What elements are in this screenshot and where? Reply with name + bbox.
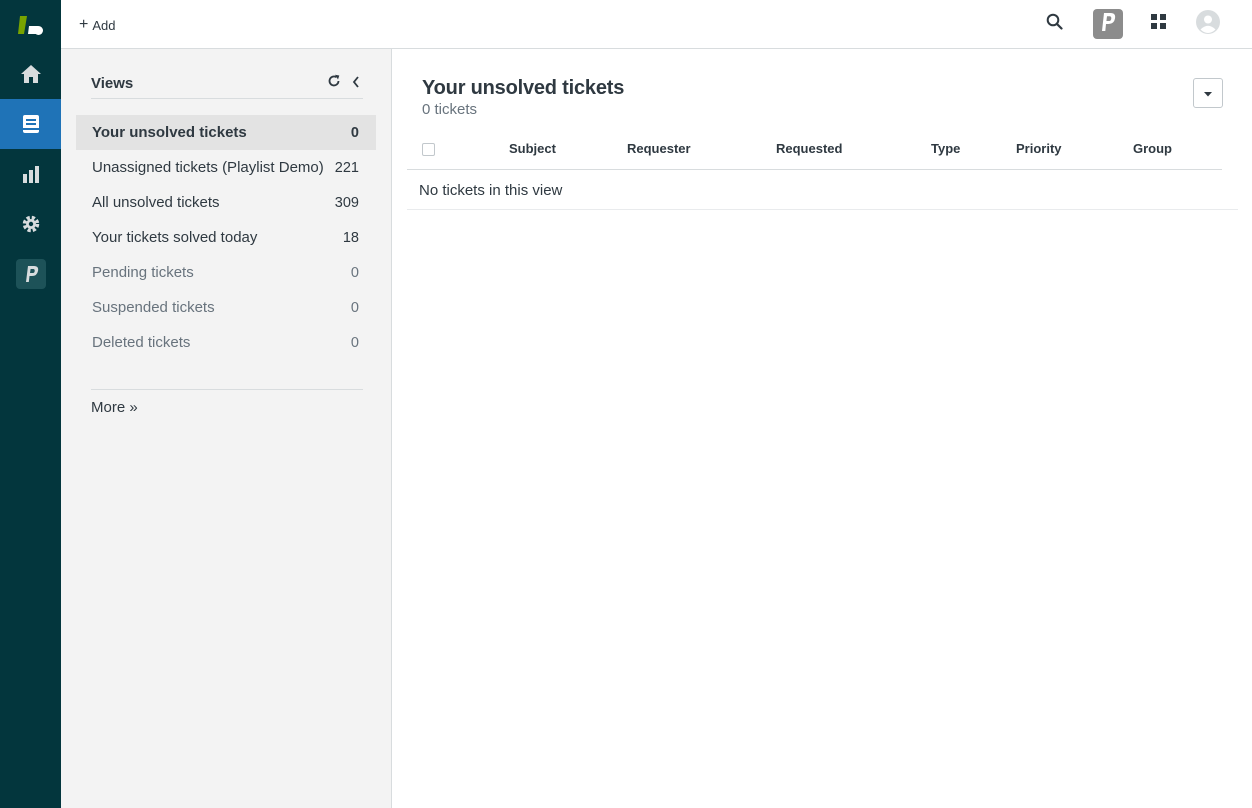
zendesk-logo[interactable] <box>0 0 61 49</box>
views-title: Views <box>91 75 134 92</box>
view-item-count: 0 <box>350 299 359 316</box>
view-item-label: All unsolved tickets <box>92 194 220 211</box>
caret-down-icon <box>1203 84 1213 102</box>
view-item-label: Your unsolved tickets <box>92 124 247 141</box>
playlist-p-icon <box>15 259 46 289</box>
view-item-solved-today[interactable]: Your tickets solved today 18 <box>76 220 376 255</box>
refresh-icon[interactable] <box>327 74 341 93</box>
view-item-label: Unassigned tickets (Playlist Demo) <box>92 159 324 176</box>
view-item-pending[interactable]: Pending tickets 0 <box>76 255 376 290</box>
nav-admin[interactable] <box>0 199 61 249</box>
playlist-p-icon <box>1098 11 1118 38</box>
views-header: Views <box>91 74 363 99</box>
view-item-label: Pending tickets <box>92 264 194 281</box>
table-header: Subject Requester Requested Type Priorit… <box>407 129 1222 170</box>
user-menu-button[interactable] <box>1193 9 1223 39</box>
view-item-count: 18 <box>342 229 359 246</box>
more-views-link[interactable]: More » <box>91 399 138 416</box>
home-icon <box>20 64 42 84</box>
empty-state-row: No tickets in this view <box>407 170 1238 210</box>
plus-icon: + <box>79 15 89 33</box>
view-item-suspended[interactable]: Suspended tickets 0 <box>76 290 376 325</box>
column-requester[interactable]: Requester <box>627 141 691 156</box>
product-nav-rail <box>0 0 61 808</box>
view-item-all-unsolved[interactable]: All unsolved tickets 309 <box>76 185 376 220</box>
view-item-count: 309 <box>334 194 359 211</box>
view-item-unassigned[interactable]: Unassigned tickets (Playlist Demo) 221 <box>76 150 376 185</box>
views-icon <box>22 114 40 134</box>
view-item-count: 0 <box>350 264 359 281</box>
column-group[interactable]: Group <box>1133 141 1172 156</box>
view-content: Your unsolved tickets 0 tickets Subject … <box>392 49 1252 808</box>
empty-state-text: No tickets in this view <box>419 182 563 199</box>
view-item-count: 0 <box>350 334 359 351</box>
select-all-checkbox[interactable] <box>422 143 435 156</box>
nav-views[interactable] <box>0 99 61 149</box>
column-type[interactable]: Type <box>931 141 960 156</box>
view-item-count: 0 <box>350 124 359 141</box>
nav-playlist[interactable] <box>0 249 61 299</box>
apps-grid-button[interactable] <box>1143 9 1173 39</box>
views-divider <box>91 389 363 390</box>
top-header: + Add <box>61 0 1252 49</box>
user-avatar-icon <box>1196 9 1220 39</box>
bar-chart-icon <box>22 165 40 183</box>
collapse-panel-icon[interactable] <box>351 75 361 94</box>
nav-reporting[interactable] <box>0 149 61 199</box>
add-button-label: Add <box>92 17 116 33</box>
search-icon <box>1046 13 1063 35</box>
view-item-deleted[interactable]: Deleted tickets 0 <box>76 325 376 360</box>
page-title: Your unsolved tickets <box>422 77 625 99</box>
gear-icon <box>21 214 41 234</box>
search-button[interactable] <box>1039 9 1069 39</box>
view-item-your-unsolved[interactable]: Your unsolved tickets 0 <box>76 115 376 150</box>
add-button[interactable]: + Add <box>79 15 115 35</box>
ticket-count: 0 tickets <box>422 101 478 118</box>
apps-grid-icon <box>1150 14 1166 34</box>
view-item-label: Deleted tickets <box>92 334 191 351</box>
view-options-button[interactable] <box>1193 78 1223 108</box>
column-priority[interactable]: Priority <box>1016 141 1062 156</box>
nav-home[interactable] <box>0 49 61 99</box>
playlist-app-button[interactable] <box>1093 9 1123 39</box>
views-panel: Views Your unsolved tickets 0 Unassigned… <box>61 49 392 808</box>
column-requested[interactable]: Requested <box>776 141 842 156</box>
view-item-label: Suspended tickets <box>92 299 215 316</box>
column-subject[interactable]: Subject <box>509 141 556 156</box>
view-item-count: 221 <box>334 159 359 176</box>
view-item-label: Your tickets solved today <box>92 229 258 246</box>
